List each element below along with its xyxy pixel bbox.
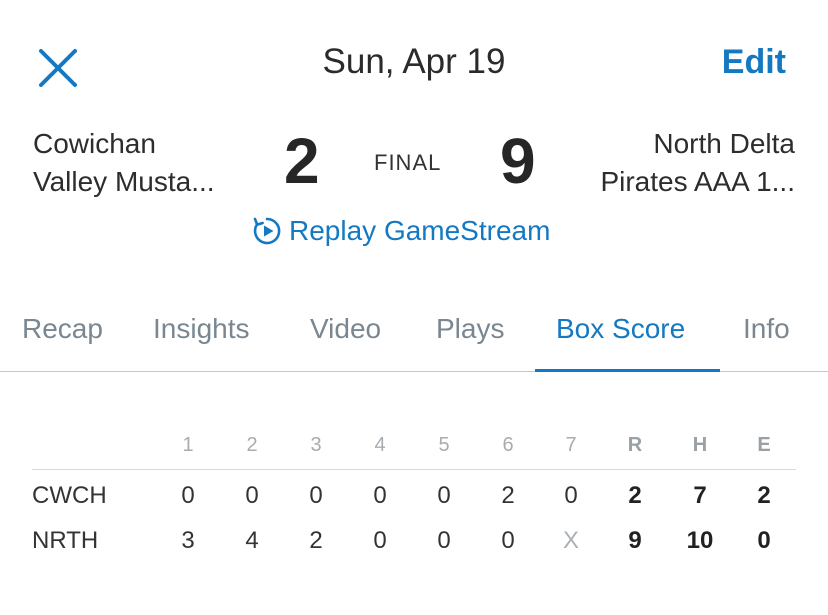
column-header: 2 [246, 434, 258, 456]
away-team-line2: Pirates AAA 1... [600, 166, 795, 197]
inning-score: X [562, 527, 579, 554]
total-hits: 10 [686, 527, 714, 554]
home-score: 2 [284, 125, 320, 197]
column-header: 3 [310, 434, 322, 456]
inning-score: 4 [245, 527, 259, 554]
inning-score: 0 [437, 482, 451, 509]
total-errors: 2 [757, 482, 771, 509]
row-team-label: NRTH [32, 527, 99, 554]
replay-play-icon [253, 217, 281, 245]
replay-label: Replay GameStream [289, 215, 551, 246]
row-team-label: CWCH [32, 482, 107, 509]
column-header: 5 [438, 434, 450, 456]
tab-video[interactable]: Video [310, 313, 381, 345]
away-score: 9 [500, 125, 536, 197]
inning-score: 0 [245, 482, 259, 509]
inning-score: 0 [309, 482, 323, 509]
table-divider [32, 469, 796, 470]
total-hits: 7 [693, 482, 707, 509]
inning-score: 0 [564, 482, 578, 509]
inning-score: 3 [181, 527, 195, 554]
column-header-hits: H [692, 434, 708, 456]
total-runs: 2 [628, 482, 642, 509]
inning-score: 0 [437, 527, 451, 554]
inning-score: 0 [181, 482, 195, 509]
tab-plays[interactable]: Plays [436, 313, 504, 345]
column-header: 6 [502, 434, 514, 456]
home-team-line2: Valley Musta... [33, 166, 215, 197]
tab-box-score[interactable]: Box Score [556, 313, 685, 345]
tab-recap[interactable]: Recap [22, 313, 103, 345]
total-errors: 0 [757, 527, 771, 554]
inning-score: 0 [373, 482, 387, 509]
away-team-name[interactable]: North Delta Pirates AAA 1... [600, 125, 795, 201]
edit-button[interactable]: Edit [722, 43, 786, 82]
inning-score: 2 [501, 482, 515, 509]
game-status: FINAL [374, 150, 442, 175]
home-team-name[interactable]: Cowichan Valley Musta... [33, 125, 215, 201]
active-tab-indicator [535, 369, 720, 372]
inning-score: 0 [501, 527, 515, 554]
tab-insights[interactable]: Insights [153, 313, 250, 345]
column-header: 7 [565, 434, 577, 456]
away-team-line1: North Delta [653, 128, 795, 159]
replay-gamestream-link[interactable]: Replay GameStream [252, 213, 550, 249]
inning-score: 2 [309, 527, 323, 554]
column-header-errors: E [757, 434, 771, 456]
game-date: Sun, Apr 19 [322, 42, 506, 81]
inning-score: 0 [373, 527, 387, 554]
tab-info[interactable]: Info [743, 313, 790, 345]
tab-bar: Recap Insights Video Plays Box Score Inf… [0, 305, 828, 372]
column-header: 4 [374, 434, 386, 456]
total-runs: 9 [628, 527, 642, 554]
column-header-runs: R [627, 434, 643, 456]
home-team-line1: Cowichan [33, 128, 156, 159]
column-header: 1 [182, 434, 194, 456]
